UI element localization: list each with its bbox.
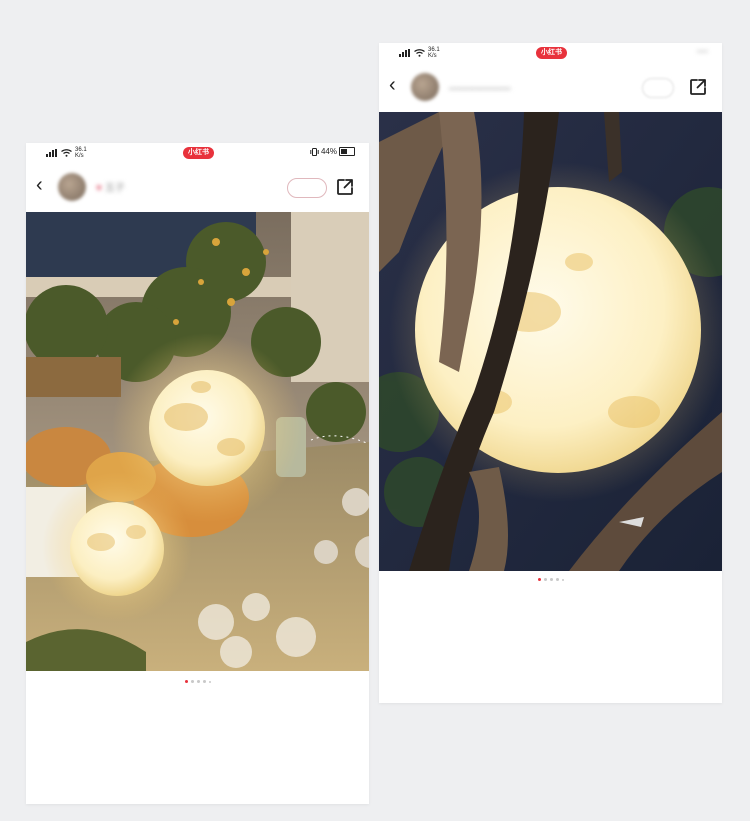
carousel-dot [196,680,200,683]
carousel-dot [202,680,206,683]
status-bar: 36.1 K/s 小红书 •••• [379,43,722,63]
carousel-indicator [26,680,369,683]
app-badge: 小红书 [536,47,567,59]
network-speed: 36.1 K/s [428,47,440,59]
signal-icon [399,49,410,57]
carousel-indicator [379,578,722,581]
left-phone-screenshot: 36.1 K/s 小红书 44% ‹ ♥ 五子 [26,143,369,804]
post-header: ‹ ▁▁▁▁▁▁▁▁ [379,63,722,111]
avatar[interactable] [58,173,86,201]
avatar[interactable] [411,73,439,101]
heart-icon: ♥ [96,183,102,194]
right-phone-screenshot: 36.1 K/s 小红书 •••• ‹ ▁▁▁▁▁▁▁▁ [379,43,722,703]
battery-percent: 44% [320,147,337,156]
follow-button[interactable] [642,78,674,98]
status-right: 44% [310,147,355,156]
status-indicators: •••• [696,47,708,56]
carousel-dot-active [537,578,541,581]
network-speed: 36.1 K/s [75,147,87,159]
share-icon[interactable] [688,77,708,97]
carousel-dot [555,578,559,581]
status-right-blurred: •••• [697,47,708,56]
signal-icon [46,149,57,157]
signal-group: 36.1 K/s [46,147,87,159]
username-blurred[interactable]: ▁▁▁▁▁▁▁▁ [449,79,511,90]
username[interactable]: ♥ 五子 [96,179,125,194]
back-chevron-icon[interactable]: ‹ [36,175,43,195]
back-chevron-icon[interactable]: ‹ [389,75,396,95]
carousel-dot [561,578,564,581]
garden-moon-lamp-photo [26,212,369,671]
post-image[interactable] [379,112,722,571]
app-badge: 小红书 [183,147,214,159]
share-icon[interactable] [335,177,355,197]
status-bar: 36.1 K/s 小红书 44% [26,143,369,163]
signal-group: 36.1 K/s [399,47,440,59]
wifi-icon [61,149,72,157]
post-image[interactable] [26,212,369,671]
post-header: ‹ ♥ 五子 [26,163,369,211]
wifi-icon [414,49,425,57]
moon-lamp-in-tree-photo [379,112,722,571]
vibrate-icon [310,147,319,156]
follow-button[interactable] [287,178,327,198]
carousel-dot [549,578,553,581]
carousel-dot [543,578,547,581]
carousel-dot [190,680,194,683]
battery-icon [339,147,355,156]
carousel-dot-active [184,680,188,683]
carousel-dot [208,680,211,683]
